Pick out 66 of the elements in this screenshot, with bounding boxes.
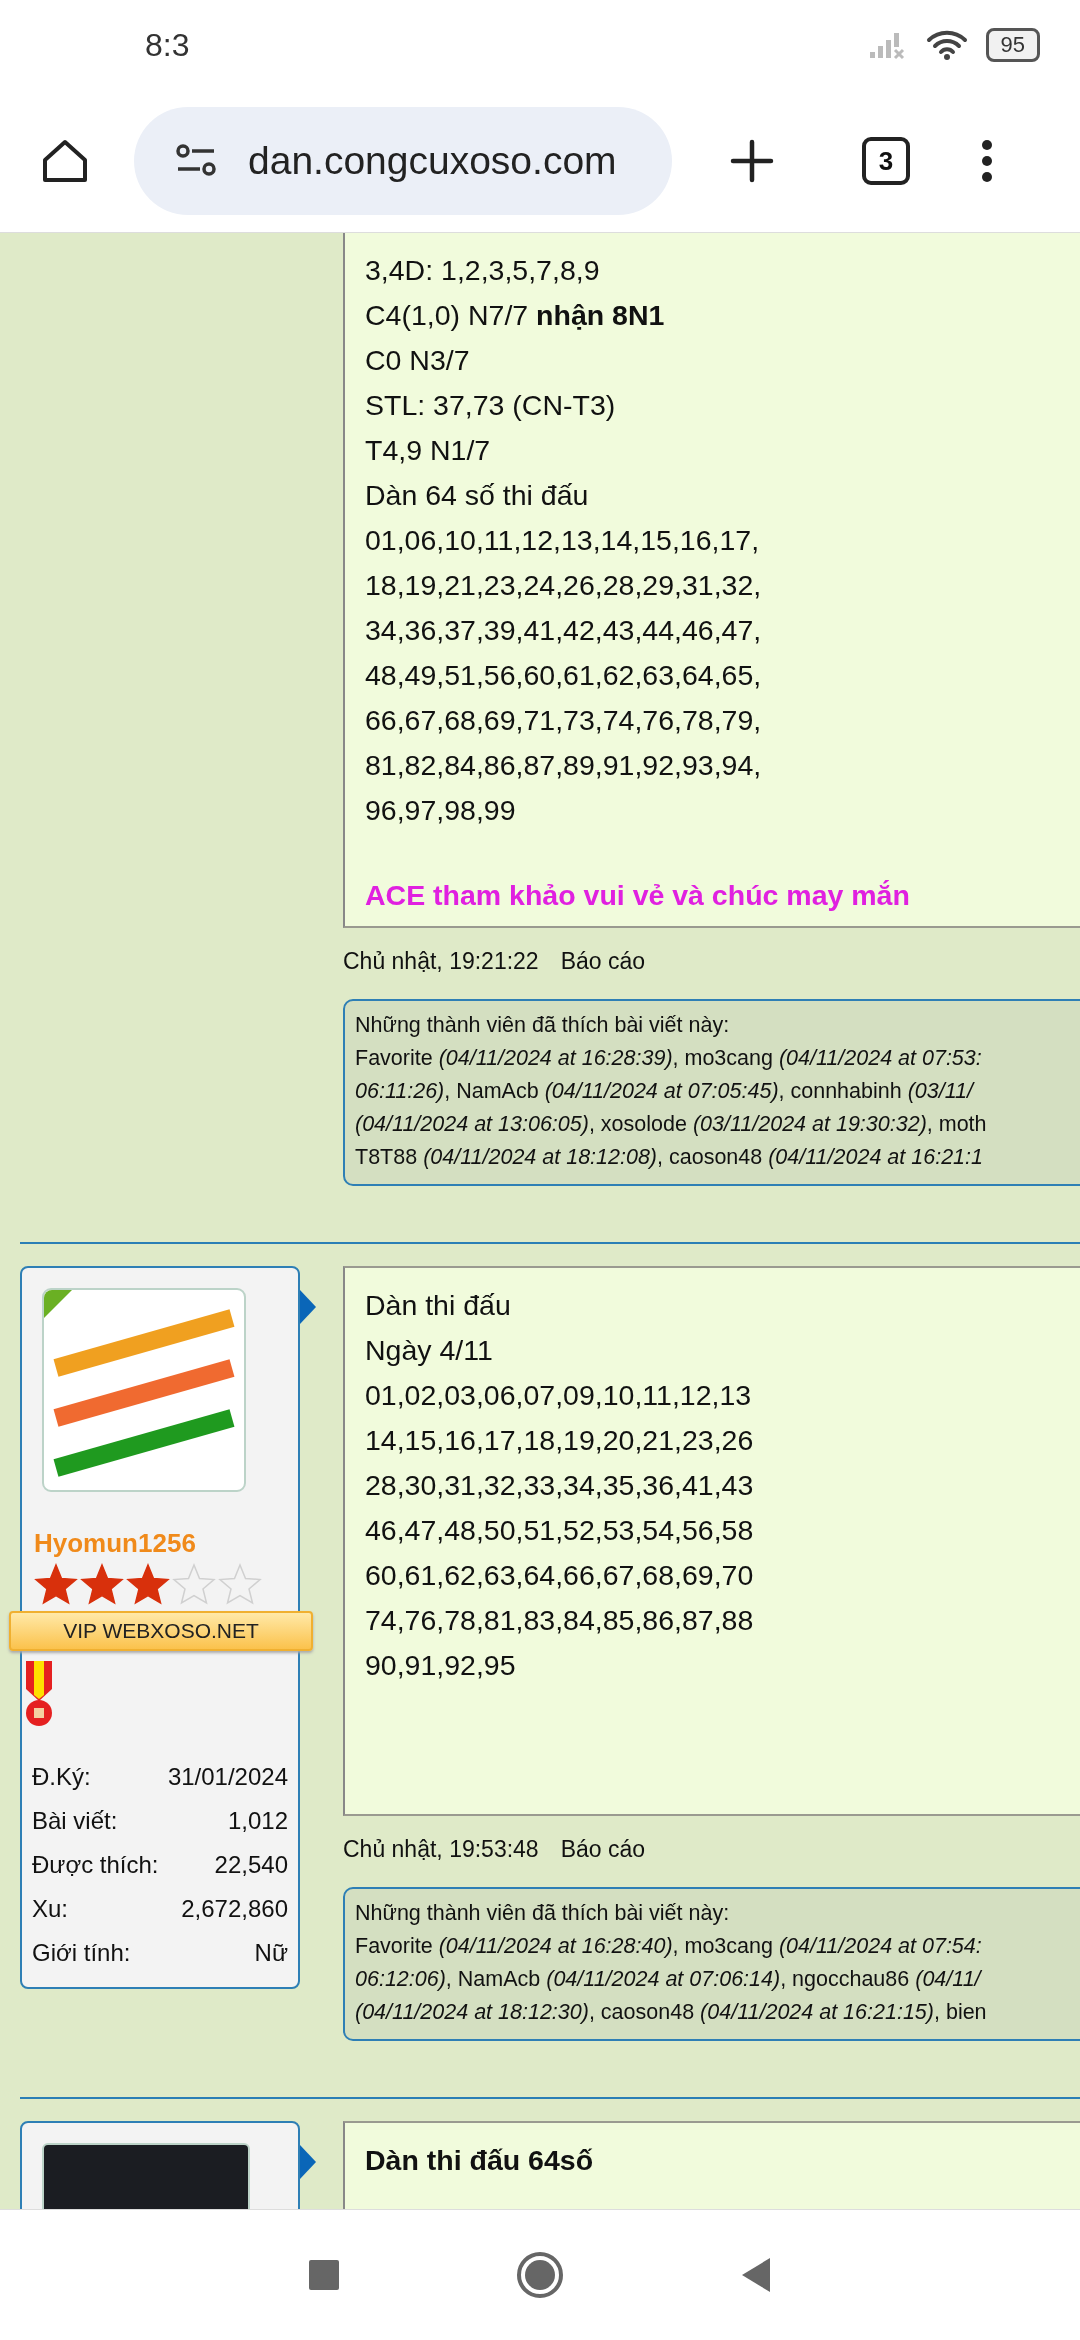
likes-line: 06:11:26), NamAcb (04/11/2024 at 07:05:45), connhabinh (03/11/ xyxy=(355,1078,976,1105)
likes-line: T8T88 (04/11/2024 at 18:12:08), caoson48 (04/11/2024 at 16:21:1 xyxy=(355,1144,984,1171)
pointer-icon xyxy=(300,2145,316,2179)
closing-line: ACE tham khảo vui vẻ và chúc may mắn xyxy=(365,878,911,913)
message-line: 34,36,37,39,41,42,43,44,46,47, xyxy=(365,613,763,648)
message-line: Dàn 64 số thi đấu xyxy=(365,478,590,513)
stat-value: 31/01/2024 xyxy=(167,1762,288,1792)
message-line: 74,76,78,81,83,84,85,86,87,88 xyxy=(365,1603,755,1638)
stat-label: Xu: xyxy=(32,1894,69,1924)
message-line: 18,19,21,23,24,26,28,29,31,32, xyxy=(365,568,763,603)
message-line: 66,67,68,69,71,73,74,76,78,79, xyxy=(365,703,763,738)
new-tab-icon[interactable] xyxy=(730,139,774,183)
likes-line: 06:12:06), NamAcb (04/11/2024 at 07:06:14), ngocchau86 (04/11/ xyxy=(355,1966,983,1993)
home-icon[interactable] xyxy=(40,138,90,184)
post-date: Chủ nhật, 19:53:48 xyxy=(343,1836,539,1863)
message-line: 01,06,10,11,12,13,14,15,16,17, xyxy=(365,523,761,558)
message-line: 81,82,84,86,87,89,91,92,93,94, xyxy=(365,748,763,783)
message-line: 90,91,92,95 xyxy=(365,1648,517,1683)
recents-icon[interactable] xyxy=(308,2259,340,2291)
star-icon xyxy=(126,1563,170,1605)
report-link[interactable]: Báo cáo xyxy=(560,948,646,975)
message-line: 3,4D: 1,2,3,5,7,8,9 xyxy=(365,253,601,288)
likes-title: Những thành viên đã thích bài viết này: xyxy=(355,1012,731,1039)
battery-indicator: 95 xyxy=(985,28,1040,62)
star-icon xyxy=(218,1563,262,1605)
star-icon xyxy=(80,1563,124,1605)
stat-value: Nữ xyxy=(254,1938,288,1968)
star-icon xyxy=(34,1563,78,1605)
address-bar[interactable]: dan.congcuxoso.com xyxy=(134,107,672,215)
message-line: Ngày 4/11 xyxy=(365,1333,494,1368)
menu-icon[interactable] xyxy=(980,139,994,183)
stat-label: Giới tính: xyxy=(32,1938,131,1968)
post-date: Chủ nhật, 19:21:22 xyxy=(343,948,539,975)
star-icon xyxy=(172,1563,216,1605)
message-line: 60,61,62,63,64,66,67,68,69,70 xyxy=(365,1558,755,1593)
stat-label: Đ.Ký: xyxy=(32,1762,91,1792)
likes-title: Những thành viên đã thích bài viết này: xyxy=(355,1900,731,1927)
likes-line: Favorite (04/11/2024 at 16:28:40), mo3cang (04/11/2024 at 07:54: xyxy=(355,1933,983,1960)
message-line: C4(1,0) N7/7 nhận 8N1 xyxy=(365,298,666,333)
message-line: 14,15,16,17,18,19,20,21,23,26 xyxy=(365,1423,755,1458)
back-icon[interactable] xyxy=(740,2257,772,2293)
message-line: 01,02,03,06,07,09,10,11,12,13 xyxy=(365,1378,753,1413)
message-line: 48,49,51,56,60,61,62,63,64,65, xyxy=(365,658,763,693)
stat-value: 22,540 xyxy=(214,1850,288,1880)
pointer-icon xyxy=(300,1290,316,1324)
report-link[interactable]: Báo cáo xyxy=(560,1836,646,1863)
likes-line: Favorite (04/11/2024 at 16:28:39), mo3cang (04/11/2024 at 07:53: xyxy=(355,1045,983,1072)
likes-line: (04/11/2024 at 13:06:05), xosolode (03/11/2024 at 19:30:32), moth xyxy=(355,1111,988,1138)
message-line: Dàn thi đấu xyxy=(365,1288,512,1323)
likes-line: (04/11/2024 at 18:12:30), caoson48 (04/11/2024 at 16:21:15), bien xyxy=(355,1999,988,2026)
wifi-icon xyxy=(925,29,968,61)
message-line: 28,30,31,32,33,34,35,36,41,43 xyxy=(365,1468,755,1503)
message-heading: Dàn thi đấu 64số xyxy=(365,2143,595,2178)
stat-value: 1,012 xyxy=(227,1806,288,1836)
status-time: 8:3 xyxy=(145,26,190,64)
rank-ribbon: VIP WEBXOSO.NET xyxy=(9,1611,313,1651)
message-line: 46,47,48,50,51,52,53,54,56,58 xyxy=(365,1513,755,1548)
message-line: STL: 37,73 (CN-T3) xyxy=(365,388,617,423)
stat-value: 2,672,860 xyxy=(181,1894,288,1924)
message-line: 96,97,98,99 xyxy=(365,793,517,828)
message-line: C0 N3/7 xyxy=(365,343,471,378)
tab-count-button[interactable]: 3 xyxy=(862,137,910,185)
home-button-icon[interactable] xyxy=(516,2251,564,2299)
stat-label: Được thích: xyxy=(32,1850,159,1880)
message-line: T4,9 N1/7 xyxy=(365,433,492,468)
stat-label: Bài viết: xyxy=(32,1806,118,1836)
